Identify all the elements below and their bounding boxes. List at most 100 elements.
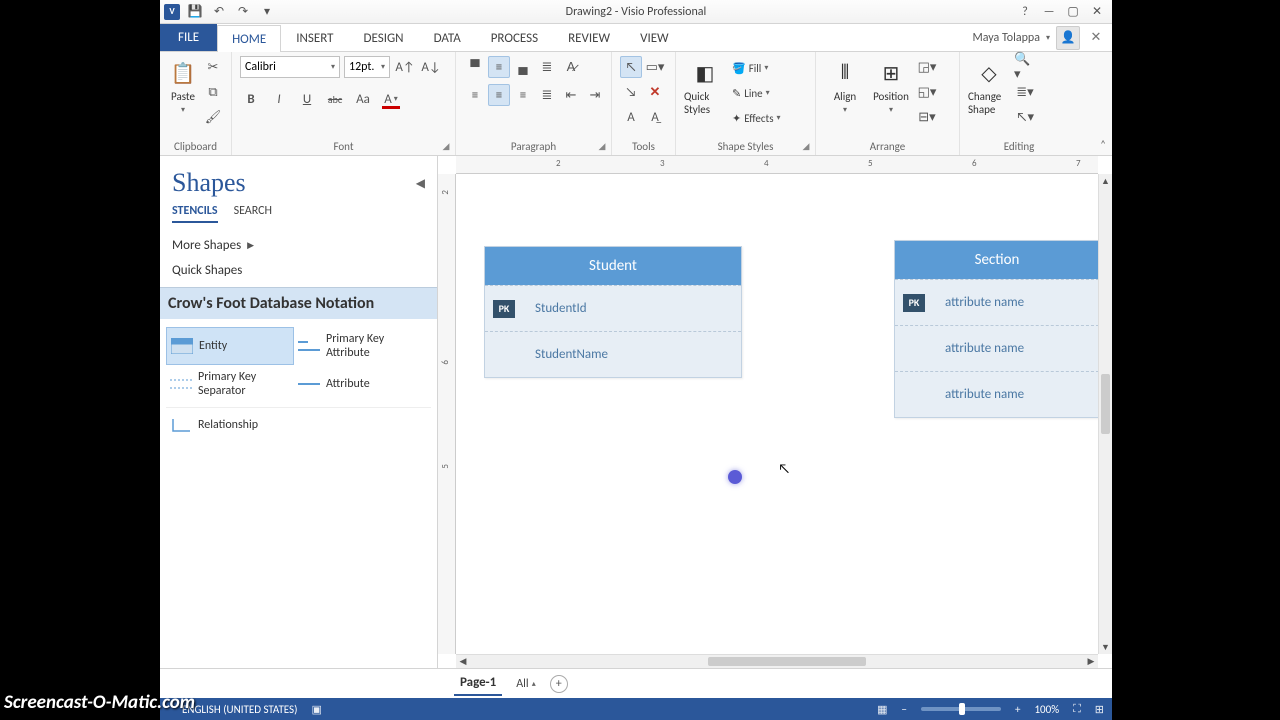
cut-button[interactable]: ✂ (202, 56, 224, 78)
active-stencil[interactable]: Crow's Foot Database Notation (160, 287, 437, 319)
zoom-slider[interactable] (921, 707, 1001, 711)
decrease-indent-button[interactable]: ⇤ (560, 84, 582, 106)
effects-button[interactable]: ✦Effects▾ (730, 108, 783, 128)
delete-tool-button[interactable]: ✕ (644, 81, 666, 103)
pan-zoom-button[interactable]: ⊞ (1095, 703, 1104, 716)
find-button[interactable]: 🔍▾ (1014, 56, 1036, 78)
user-name[interactable]: Maya Tolappa (973, 31, 1040, 45)
minimize-button[interactable]: — (1038, 3, 1060, 21)
clear-format-button[interactable]: A̷ (560, 56, 582, 78)
paste-button[interactable]: 📋 Paste ▾ (168, 56, 198, 115)
zoom-out-button[interactable]: − (902, 703, 907, 716)
qat-save-button[interactable]: 💾 (186, 3, 204, 21)
tab-insert[interactable]: INSERT (281, 24, 348, 51)
align-top-button[interactable]: ▀ (464, 56, 486, 78)
select-button[interactable]: ↖▾ (1014, 106, 1036, 128)
position-button[interactable]: ⊞Position▾ (870, 56, 912, 115)
align-center-button[interactable]: ≡ (488, 84, 510, 106)
section-attr-2[interactable]: attribute name (933, 341, 1099, 356)
vertical-scroll-thumb[interactable] (1101, 374, 1110, 434)
stencil-item-pk-attribute[interactable]: Primary Key Attribute (294, 327, 422, 365)
text-block-tool-button[interactable]: A̲ (644, 106, 666, 128)
grow-font-button[interactable]: A↑ (394, 56, 416, 78)
scroll-up-button[interactable]: ▲ (1099, 174, 1112, 188)
qat-redo-button[interactable]: ↷ (234, 3, 252, 21)
align-button[interactable]: ⫴Align▾ (824, 56, 866, 115)
align-bottom-button[interactable]: ▄ (512, 56, 534, 78)
tab-process[interactable]: PROCESS (476, 24, 553, 51)
maximize-button[interactable]: ▢ (1062, 3, 1084, 21)
shrink-font-button[interactable]: A↓ (420, 56, 442, 78)
stencil-item-attribute[interactable]: Attribute (294, 365, 422, 403)
scroll-down-button[interactable]: ▼ (1099, 640, 1112, 654)
drawing-page[interactable]: Student PKStudentId StudentName Section … (456, 174, 1098, 654)
search-tab[interactable]: SEARCH (234, 204, 272, 223)
layers-button[interactable]: ≣▾ (1014, 81, 1036, 103)
stencils-tab[interactable]: STENCILS (172, 204, 218, 223)
entity-section[interactable]: Section PKattribute name attribute name … (894, 240, 1100, 418)
rectangle-tool-button[interactable]: ▭▾ (644, 56, 666, 78)
stencil-item-relationship[interactable]: Relationship (166, 412, 294, 438)
font-name-select[interactable]: Calibri▾ (240, 56, 340, 78)
connector-tool-button[interactable]: ↘ (620, 81, 642, 103)
align-left-button[interactable]: ≡ (464, 84, 486, 106)
scroll-right-button[interactable]: ▶ (1084, 656, 1098, 667)
horizontal-scrollbar[interactable]: ◀ ▶ (456, 654, 1098, 668)
stencil-item-pk-separator[interactable]: Primary Key Separator (166, 365, 294, 403)
qat-undo-button[interactable]: ↶ (210, 3, 228, 21)
align-right-button[interactable]: ≡ (512, 84, 534, 106)
justify-button[interactable]: ≣ (536, 84, 558, 106)
all-pages-dropdown[interactable]: All▴ (516, 677, 535, 691)
student-attr-1[interactable]: StudentId (523, 301, 741, 316)
horizontal-scroll-thumb[interactable] (708, 657, 866, 666)
copy-button[interactable]: ⧉ (202, 81, 224, 103)
font-color-button[interactable]: A▾ (380, 88, 402, 110)
tab-review[interactable]: REVIEW (553, 24, 625, 51)
increase-indent-button[interactable]: ⇥ (584, 84, 606, 106)
pointer-tool-button[interactable]: ↖ (620, 56, 642, 78)
send-back-button[interactable]: ◱▾ (916, 81, 938, 103)
strike-button[interactable]: abc (324, 88, 346, 110)
close-button[interactable]: ✕ (1086, 3, 1108, 21)
vertical-scrollbar[interactable]: ▲ ▼ (1098, 174, 1112, 654)
quick-shapes-link[interactable]: Quick Shapes (170, 258, 427, 283)
shapes-panel-collapse-button[interactable]: ◀ (416, 176, 425, 191)
document-close-button[interactable]: ✕ (1086, 28, 1106, 48)
line-button[interactable]: ✎Line▾ (730, 83, 783, 103)
user-avatar[interactable]: 👤 (1056, 26, 1080, 50)
file-tab[interactable]: FILE (160, 24, 217, 51)
fit-page-button[interactable]: ⛶ (1073, 702, 1081, 716)
qat-customize-button[interactable]: ▾ (258, 3, 276, 21)
student-attr-2[interactable]: StudentName (523, 347, 741, 362)
zoom-slider-knob[interactable] (959, 703, 965, 715)
font-dialog-launcher[interactable]: ◢ (440, 140, 452, 152)
entity-student-title[interactable]: Student (485, 247, 741, 285)
help-button[interactable]: ? (1014, 3, 1036, 21)
bring-front-button[interactable]: ◲▾ (916, 56, 938, 78)
zoom-in-button[interactable]: + (1015, 703, 1020, 716)
tab-data[interactable]: DATA (419, 24, 476, 51)
section-attr-1[interactable]: attribute name (933, 295, 1099, 310)
change-case-button[interactable]: Aa (352, 88, 374, 110)
underline-button[interactable]: U (296, 88, 318, 110)
stencil-item-entity[interactable]: Entity (166, 327, 294, 365)
change-shape-button[interactable]: ◇Change Shape (968, 56, 1010, 116)
section-attr-3[interactable]: attribute name (933, 387, 1099, 402)
tab-view[interactable]: VIEW (625, 24, 684, 51)
scroll-left-button[interactable]: ◀ (456, 656, 470, 667)
canvas[interactable]: 2 3 4 5 6 7 2 6 5 Student PKStudentId St… (438, 156, 1112, 668)
macro-recorder-icon[interactable]: ▣ (311, 703, 321, 716)
bullets-button[interactable]: ≣ (536, 56, 558, 78)
presentation-mode-button[interactable]: ▦ (877, 703, 887, 716)
format-painter-button[interactable]: 🖌 (202, 106, 224, 128)
bold-button[interactable]: B (240, 88, 262, 110)
tab-design[interactable]: DESIGN (349, 24, 419, 51)
entity-student[interactable]: Student PKStudentId StudentName (484, 246, 742, 378)
tab-home[interactable]: HOME (217, 25, 281, 52)
align-middle-button[interactable]: ≡ (488, 56, 510, 78)
add-page-button[interactable]: + (550, 675, 568, 693)
paragraph-dialog-launcher[interactable]: ◢ (596, 140, 608, 152)
group-button[interactable]: ⊟▾ (916, 106, 938, 128)
font-size-select[interactable]: 12pt.▾ (344, 56, 390, 78)
page-tab-1[interactable]: Page-1 (454, 671, 502, 696)
